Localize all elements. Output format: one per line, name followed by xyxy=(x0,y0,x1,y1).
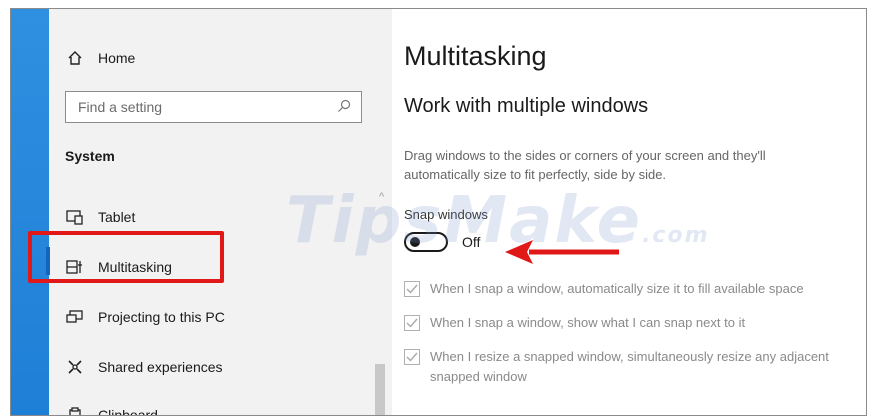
settings-window: Home Find a setting System Tablet Multit… xyxy=(10,8,867,416)
shared-experiences-icon xyxy=(66,358,84,376)
checkmark-icon xyxy=(406,352,418,362)
sidebar-item-label: Clipboard xyxy=(98,407,158,416)
checkmark-icon xyxy=(406,284,418,294)
section-heading: Work with multiple windows xyxy=(404,95,649,117)
section-title-system: System xyxy=(65,148,115,164)
sidebar: Home Find a setting System Tablet Multit… xyxy=(49,9,392,415)
page-title: Multitasking xyxy=(404,41,547,71)
checkmark-icon xyxy=(406,318,418,328)
snap-windows-toggle[interactable] xyxy=(404,232,448,252)
snap-windows-label: Snap windows xyxy=(404,207,488,222)
description-text: Drag windows to the sides or corners of … xyxy=(404,148,766,182)
option-label: When I snap a window, automatically size… xyxy=(430,281,804,296)
highlight-box xyxy=(28,231,224,283)
sidebar-item-label: Shared experiences xyxy=(98,359,223,375)
sidebar-item-tablet[interactable]: Tablet xyxy=(66,208,135,226)
scroll-up-arrow-icon[interactable]: ^ xyxy=(379,191,384,203)
search-placeholder: Find a setting xyxy=(78,99,163,115)
sidebar-item-label: Projecting to this PC xyxy=(98,309,225,325)
clipboard-icon xyxy=(66,406,84,415)
projecting-icon xyxy=(66,308,84,326)
sidebar-item-shared-experiences[interactable]: Shared experiences xyxy=(66,358,223,376)
toggle-knob xyxy=(410,237,420,247)
sidebar-scrollbar[interactable] xyxy=(375,364,385,415)
option-auto-size[interactable]: When I snap a window, automatically size… xyxy=(404,279,804,299)
main-content: Multitasking Work with multiple windows … xyxy=(392,9,866,415)
left-accent-bar xyxy=(11,9,49,415)
option-label: When I resize a snapped window, simultan… xyxy=(430,349,829,384)
checkbox[interactable] xyxy=(404,349,420,365)
checkbox[interactable] xyxy=(404,315,420,331)
option-show-snap-next[interactable]: When I snap a window, show what I can sn… xyxy=(404,313,745,333)
home-label: Home xyxy=(98,50,136,66)
toggle-state-label: Off xyxy=(462,234,481,250)
red-arrow-icon xyxy=(505,240,619,264)
option-resize-adjacent[interactable]: When I resize a snapped window, simultan… xyxy=(404,347,834,387)
sidebar-item-home[interactable]: Home xyxy=(66,49,135,67)
home-icon xyxy=(66,49,84,67)
search-input[interactable]: Find a setting xyxy=(65,91,362,123)
sidebar-item-clipboard[interactable]: Clipboard xyxy=(66,406,158,416)
search-icon[interactable] xyxy=(337,99,351,116)
tablet-icon xyxy=(66,208,84,226)
checkbox[interactable] xyxy=(404,281,420,297)
sidebar-item-projecting[interactable]: Projecting to this PC xyxy=(66,308,225,326)
sidebar-item-label: Tablet xyxy=(98,209,136,225)
option-label: When I snap a window, show what I can sn… xyxy=(430,315,746,330)
